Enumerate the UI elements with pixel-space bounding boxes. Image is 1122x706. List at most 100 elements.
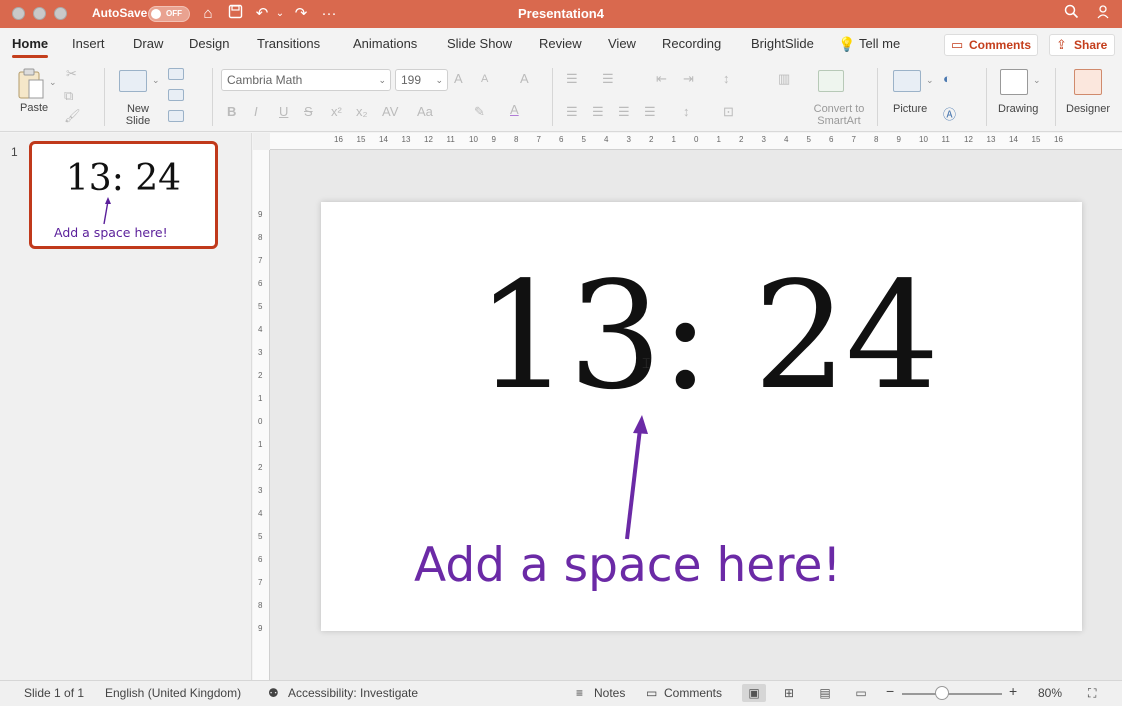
tab-review[interactable]: Review (539, 36, 582, 51)
tab-insert[interactable]: Insert (72, 36, 105, 51)
add-space-note[interactable]: Add a space here! (414, 538, 841, 593)
normal-view-icon[interactable]: ▣ (742, 684, 766, 702)
accessibility-checker[interactable]: Accessibility: Investigate (288, 686, 418, 700)
slideshow-view-icon[interactable]: ▭ (849, 684, 873, 702)
tab-slide-show[interactable]: Slide Show (447, 36, 512, 51)
font-size-select[interactable]: 199 ⌄ (395, 69, 448, 91)
paste-button[interactable] (16, 67, 46, 101)
change-case-icon[interactable]: Aa (417, 104, 433, 119)
drawing-icon[interactable] (1000, 69, 1028, 95)
minimize-window-button[interactable] (33, 7, 46, 20)
highlight-icon[interactable]: ✎ (474, 104, 485, 120)
designer-icon[interactable] (1074, 69, 1102, 95)
paste-dropdown-icon[interactable]: ⌄ (49, 77, 57, 88)
zoom-slider-track[interactable] (902, 693, 1002, 695)
picture-icon[interactable] (893, 70, 921, 92)
text-box-icon[interactable]: Ⓐ (943, 104, 956, 123)
italic-icon[interactable]: I (254, 104, 258, 119)
fit-to-window-icon[interactable]: ⛶ (1088, 686, 1096, 701)
thumbnail-note-text: Add a space here! (54, 225, 168, 240)
font-color-icon[interactable]: A (510, 102, 519, 117)
zoom-level[interactable]: 80% (1038, 686, 1062, 700)
columns-icon[interactable]: ▥ (778, 71, 790, 87)
copy-icon[interactable]: ⧉ (64, 88, 73, 104)
undo-dropdown-icon[interactable]: ⌄ (274, 4, 286, 24)
horizontal-ruler[interactable]: 16 15 14 13 12 11 10 9 8 7 6 5 4 3 2 1 0 1 2 3 4 5 6 7 8 9 10 11 12 1… (270, 133, 1122, 150)
line-spacing-icon[interactable]: ↕ (723, 71, 730, 86)
decrease-font-size-icon[interactable]: A (481, 73, 488, 85)
numbering-icon[interactable]: ☰ (602, 71, 614, 87)
tab-transitions[interactable]: Transitions (257, 36, 320, 51)
shapes-icon[interactable]: ◐ (943, 71, 951, 86)
autosave-toggle[interactable]: OFF (148, 6, 190, 22)
ruler-h-tick-label: 0 (694, 135, 699, 144)
increase-indent-icon[interactable]: ⇥ (683, 71, 694, 87)
smartart-icon[interactable] (818, 70, 844, 92)
vertical-ruler[interactable]: 9 8 7 6 5 4 3 2 1 0 1 2 3 4 5 6 7 8 9 (253, 150, 270, 680)
align-right-icon[interactable]: ☰ (618, 104, 630, 120)
tab-home[interactable]: Home (12, 36, 49, 58)
more-commands-icon[interactable]: ··· (320, 4, 338, 24)
undo-icon[interactable]: ↶ (253, 4, 271, 24)
zoom-in-icon[interactable]: + (1009, 683, 1017, 699)
section-icon[interactable] (168, 110, 184, 122)
ruler-h-tick-label: 16 (1054, 135, 1063, 144)
superscript-icon[interactable]: x² (331, 104, 342, 119)
zoom-slider-thumb[interactable] (935, 686, 949, 700)
bold-icon[interactable]: B (227, 104, 236, 119)
share-button[interactable]: ⇪ Share (1049, 34, 1115, 56)
comments-button[interactable]: ▭ Comments (944, 34, 1038, 56)
designer-label[interactable]: Designer (1066, 103, 1110, 115)
new-slide-label: New Slide (125, 103, 151, 127)
justify-icon[interactable]: ☰ (644, 104, 656, 120)
bullets-icon[interactable]: ☰ (566, 71, 578, 87)
drawing-dropdown-icon[interactable]: ⌄ (1033, 75, 1041, 86)
language-indicator[interactable]: English (United Kingdom) (105, 686, 241, 700)
purple-arrow[interactable] (618, 413, 650, 541)
tab-recording[interactable]: Recording (662, 36, 721, 51)
convert-smartart-label[interactable]: Convert to SmartArt (806, 103, 872, 127)
time-text-box[interactable]: 13: 24 (476, 262, 940, 410)
tab-draw[interactable]: Draw (133, 36, 163, 51)
underline-icon[interactable]: U (279, 104, 288, 119)
picture-dropdown-icon[interactable]: ⌄ (926, 75, 934, 86)
cut-icon[interactable]: ✂ (66, 66, 77, 82)
new-slide-button[interactable] (119, 70, 147, 92)
home-icon[interactable]: ⌂ (199, 4, 217, 24)
new-slide-dropdown-icon[interactable]: ⌄ (152, 75, 160, 86)
ribbon-home: ⌄ Paste ✂ ⧉ 🖌 ⌄ New Slide Cambria Math ⌄ … (0, 62, 1122, 132)
save-icon[interactable] (226, 4, 244, 24)
close-window-button[interactable] (12, 7, 25, 20)
format-painter-icon[interactable]: 🖌 (64, 108, 81, 124)
comments-button-label: Comments (969, 38, 1032, 52)
text-direction-icon[interactable]: ↕ (683, 104, 690, 119)
layout-icon[interactable] (168, 68, 184, 80)
align-left-icon[interactable]: ☰ (566, 104, 578, 120)
reset-icon[interactable] (168, 89, 184, 101)
tab-brightslide[interactable]: BrightSlide (751, 36, 814, 51)
redo-icon[interactable]: ↷ (292, 4, 310, 24)
account-icon[interactable] (1095, 4, 1113, 24)
reading-view-icon[interactable]: ▤ (813, 684, 837, 702)
subscript-icon[interactable]: x₂ (356, 104, 368, 119)
search-icon[interactable] (1062, 4, 1080, 24)
character-spacing-icon[interactable]: AV (382, 104, 398, 119)
tell-me-search[interactable]: Tell me (859, 36, 900, 51)
zoom-window-button[interactable] (54, 7, 67, 20)
ruler-v-tick-label: 8 (258, 233, 263, 242)
zoom-out-icon[interactable]: − (886, 683, 894, 699)
increase-font-size-icon[interactable]: A (454, 71, 463, 86)
notes-button[interactable]: Notes (594, 686, 625, 700)
tab-view[interactable]: View (608, 36, 636, 51)
clear-formatting-icon[interactable]: A (520, 71, 529, 86)
align-center-icon[interactable]: ☰ (592, 104, 604, 120)
align-text-icon[interactable]: ⊡ (723, 104, 734, 120)
slide-sorter-view-icon[interactable]: ⊞ (777, 684, 801, 702)
decrease-indent-icon[interactable]: ⇤ (656, 71, 667, 87)
tab-design[interactable]: Design (189, 36, 229, 51)
font-name-select[interactable]: Cambria Math ⌄ (221, 69, 391, 91)
slide-thumbnail-1[interactable]: 13: 24 Add a space here! (29, 141, 218, 249)
comments-status-button[interactable]: Comments (664, 686, 722, 700)
strikethrough-icon[interactable]: S (304, 104, 313, 119)
tab-animations[interactable]: Animations (353, 36, 417, 51)
